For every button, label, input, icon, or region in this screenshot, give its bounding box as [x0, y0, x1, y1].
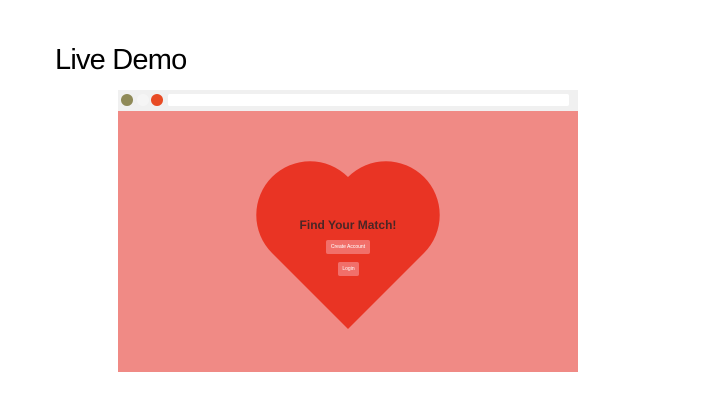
window-button-red[interactable] [151, 94, 163, 106]
login-button[interactable]: Login [338, 262, 359, 276]
browser-toolbar [118, 90, 578, 111]
window-button-blank[interactable] [137, 94, 149, 106]
page-viewport: Find Your Match! Create Account Login [118, 111, 578, 372]
create-account-button[interactable]: Create Account [326, 240, 370, 254]
address-bar[interactable] [168, 94, 569, 106]
browser-window: Find Your Match! Create Account Login [118, 90, 578, 372]
slide-title: Live Demo [55, 44, 187, 76]
find-match-heading: Find Your Match! [299, 218, 397, 232]
window-button-olive[interactable] [121, 94, 133, 106]
